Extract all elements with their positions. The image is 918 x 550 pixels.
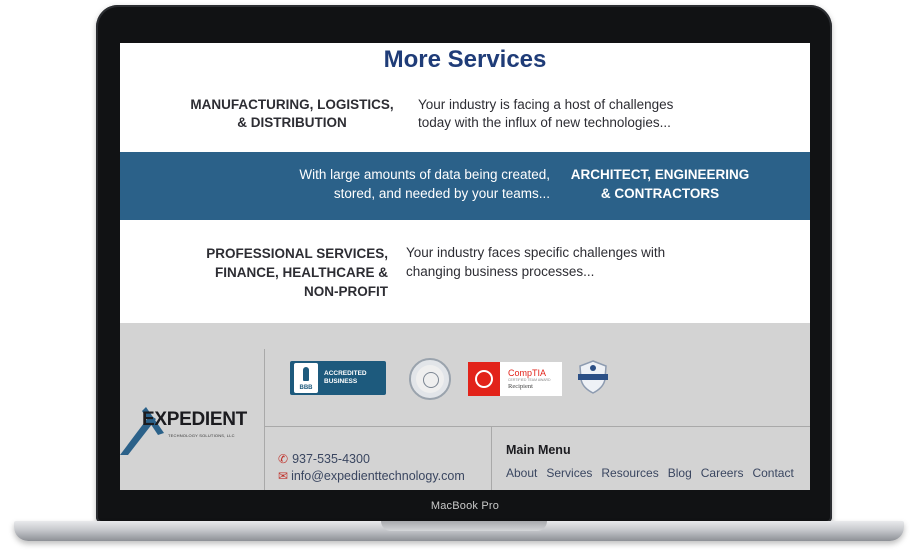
- device-model-label: MacBook Pro: [430, 500, 500, 512]
- envelope-icon: ✉: [278, 469, 289, 483]
- service-desc-line: today with the influx of new technologie…: [418, 115, 671, 130]
- logo-tagline: TECHNOLOGY SOLUTIONS, LLC: [168, 433, 235, 438]
- menu-link-about[interactable]: About: [506, 466, 537, 480]
- service-desc-professional: Your industry faces specific challenges …: [406, 243, 746, 281]
- security-shield-icon[interactable]: [575, 359, 611, 395]
- footer-phone[interactable]: ✆ 937-535-4300: [278, 451, 370, 467]
- bbb-line: ACCREDITED: [324, 370, 367, 377]
- footer-email[interactable]: ✉ info@expedienttechnology.com: [278, 468, 465, 484]
- menu-link-resources[interactable]: Resources: [601, 466, 658, 480]
- laptop-base-notch: [381, 521, 547, 531]
- service-label-manufacturing[interactable]: MANUFACTURING, LOGISTICS, & DISTRIBUTION: [172, 96, 412, 132]
- bbb-line: BUSINESS: [324, 378, 358, 385]
- main-menu-links: About Services Resources Blog Careers Co…: [506, 466, 794, 480]
- service-desc-architect: With large amounts of data being created…: [220, 165, 550, 203]
- service-label-line: NON-PROFIT: [304, 284, 388, 299]
- service-label-professional[interactable]: PROFESSIONAL SERVICES, FINANCE, HEALTHCA…: [170, 244, 388, 301]
- page-title: More Services: [383, 46, 547, 73]
- menu-link-contact[interactable]: Contact: [752, 466, 793, 480]
- footer-divider: [491, 426, 492, 490]
- service-label-line: PROFESSIONAL SERVICES,: [206, 246, 388, 261]
- logo-wordmark: EXPEDIENT: [142, 409, 247, 430]
- phone-icon: ✆: [278, 452, 289, 466]
- menu-link-careers[interactable]: Careers: [701, 466, 744, 480]
- comptia-logo-icon: [468, 362, 500, 396]
- service-label-line: & DISTRIBUTION: [237, 115, 347, 130]
- service-desc-manufacturing: Your industry is facing a host of challe…: [418, 96, 748, 132]
- service-label-line: ARCHITECT, ENGINEERING: [570, 167, 750, 182]
- expedient-logo[interactable]: EXPEDIENT TECHNOLOGY SOLUTIONS, LLC: [120, 393, 260, 463]
- bbb-short: BBB: [299, 385, 313, 391]
- bbb-accredited-badge[interactable]: BBB ACCREDITED BUSINESS: [290, 361, 386, 395]
- comptia-recipient: Recipient: [508, 382, 533, 390]
- service-desc-line: Your industry faces specific challenges …: [406, 245, 666, 260]
- menu-link-services[interactable]: Services: [546, 466, 592, 480]
- footer-divider: [264, 349, 265, 490]
- service-desc-line: changing business processes...: [406, 264, 595, 279]
- service-desc-line: stored, and needed by your teams...: [333, 186, 550, 201]
- main-menu-title: Main Menu: [506, 443, 571, 457]
- certification-seal-icon[interactable]: [409, 358, 451, 400]
- phone-number: 937-535-4300: [292, 452, 370, 466]
- site-footer: EXPEDIENT TECHNOLOGY SOLUTIONS, LLC BBB …: [120, 323, 810, 490]
- bbb-text: ACCREDITED BUSINESS: [324, 370, 367, 386]
- service-label-line: & CONTRACTORS: [600, 186, 720, 201]
- laptop-screen: More Services MANUFACTURING, LOGISTICS, …: [120, 43, 810, 490]
- comptia-badge[interactable]: CompTIA CERTIFIED TEAM AWARD Recipient: [468, 362, 562, 396]
- service-band-architect: With large amounts of data being created…: [120, 152, 810, 220]
- menu-link-blog[interactable]: Blog: [668, 466, 692, 480]
- footer-divider: [264, 426, 810, 427]
- service-label-line: FINANCE, HEALTHCARE &: [215, 265, 388, 280]
- comptia-name: CompTIA: [508, 367, 547, 378]
- laptop-bottom-bezel: MacBook Pro: [114, 494, 816, 518]
- service-label-architect[interactable]: ARCHITECT, ENGINEERING & CONTRACTORS: [550, 165, 770, 203]
- service-desc-line: Your industry is facing a host of challe…: [418, 97, 674, 112]
- email-address: info@expedienttechnology.com: [291, 469, 465, 483]
- bbb-torch-icon: BBB: [294, 363, 318, 393]
- comptia-text: CompTIA CERTIFIED TEAM AWARD Recipient: [508, 368, 551, 391]
- service-desc-line: With large amounts of data being created…: [299, 167, 550, 182]
- service-label-line: MANUFACTURING, LOGISTICS,: [190, 97, 394, 112]
